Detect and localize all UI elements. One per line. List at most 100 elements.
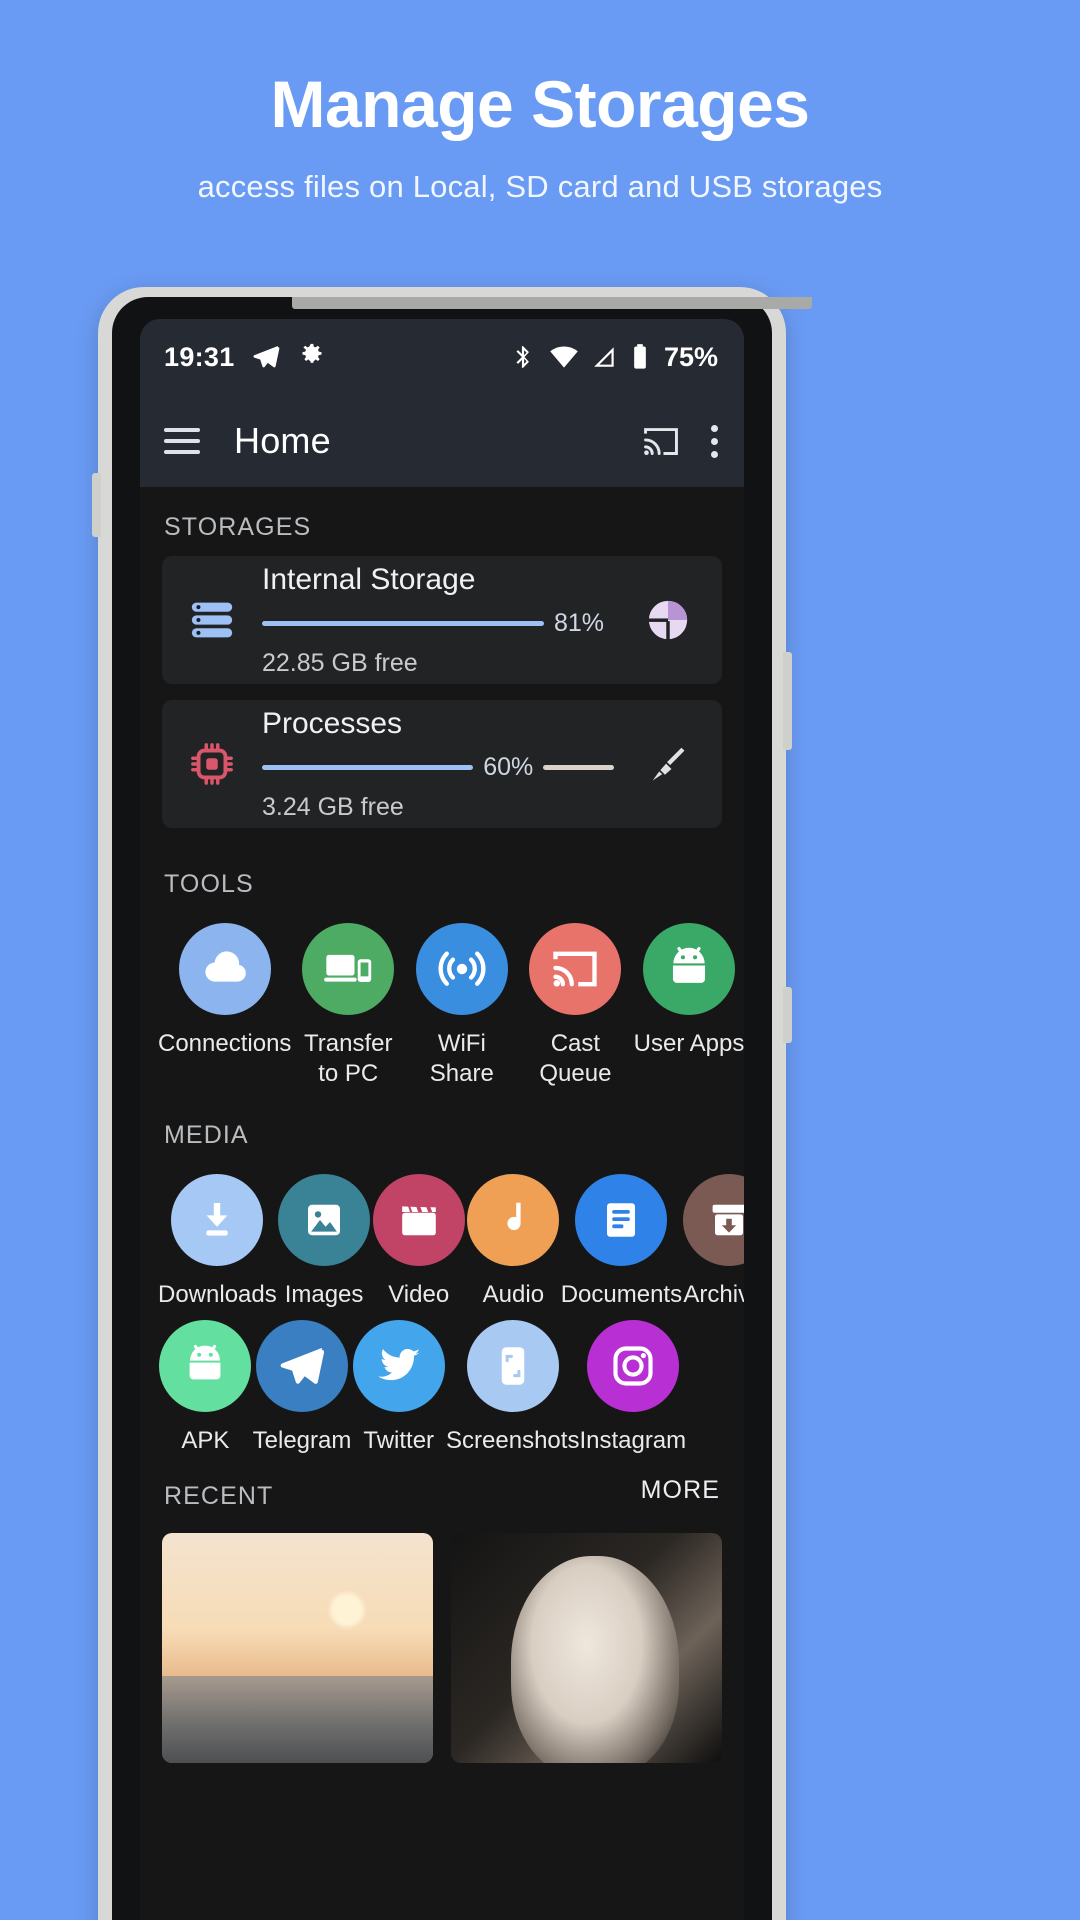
app-bar: Home xyxy=(140,395,744,487)
cat-decor xyxy=(510,1556,679,1763)
media-label: Documents xyxy=(560,1281,683,1308)
media-instagram[interactable]: Instagram xyxy=(579,1314,686,1456)
storage-card-processes[interactable]: Processes 60% 3.24 GB free xyxy=(162,700,722,828)
recent-thumb-beach[interactable] xyxy=(162,1533,433,1763)
media-label: Instagram xyxy=(579,1427,687,1454)
media-audio[interactable]: Audio xyxy=(466,1168,561,1310)
telegram-icon xyxy=(251,342,281,372)
tool-user-apps[interactable]: User Apps xyxy=(632,917,744,1089)
media-label: Screenshots xyxy=(446,1427,580,1454)
cpu-chip-icon xyxy=(184,741,240,787)
media-documents[interactable]: Documents xyxy=(561,1168,682,1310)
hamburger-icon[interactable] xyxy=(164,428,200,454)
photo-icon xyxy=(278,1174,371,1266)
media-telegram[interactable]: Telegram xyxy=(252,1314,352,1456)
phone-volume-button xyxy=(783,652,792,750)
media-label: APK xyxy=(181,1427,230,1454)
battery-icon xyxy=(631,343,649,371)
media-label: Video xyxy=(388,1281,450,1308)
media-label: Telegram xyxy=(252,1427,352,1454)
media-video[interactable]: Video xyxy=(371,1168,466,1310)
status-bar-left: 19:31 xyxy=(164,342,327,373)
storage-percent: 81% xyxy=(553,608,604,637)
broom-clean-icon[interactable] xyxy=(636,741,700,787)
media-images[interactable]: Images xyxy=(277,1168,372,1310)
media-label: Twitter xyxy=(363,1427,435,1454)
recent-thumb-cat[interactable] xyxy=(451,1533,722,1763)
cloud-icon xyxy=(178,923,271,1015)
tool-label: WiFi Share xyxy=(429,1030,494,1087)
screen-content: STORAGES Internal Storage 81% 22.85 GB f… xyxy=(140,487,744,1920)
media-label: Downloads xyxy=(158,1281,277,1308)
telegram-icon xyxy=(256,1320,349,1412)
bluetooth-icon xyxy=(510,343,536,371)
sun-decor xyxy=(330,1592,365,1627)
promo-header: Manage Storages access files on Local, S… xyxy=(0,0,1080,205)
phone-screenshot-icon xyxy=(466,1320,559,1412)
gear-icon xyxy=(297,342,327,372)
cast-icon[interactable] xyxy=(642,424,680,458)
media-grid-row-1: Downloads Images Video Audio Documents A… xyxy=(140,1164,744,1310)
recent-thumbnails xyxy=(140,1525,744,1763)
tool-label: Transfer to PC xyxy=(303,1030,393,1087)
tool-cast-queue[interactable]: Cast Queue xyxy=(519,917,633,1089)
media-grid-row-2: APK Telegram Twitter Screenshots Instagr… xyxy=(140,1310,744,1456)
storage-meter: 81% xyxy=(262,609,614,638)
app-bar-actions xyxy=(642,424,718,458)
storage-card-internal[interactable]: Internal Storage 81% 22.85 GB free xyxy=(162,556,722,684)
process-progress-fill xyxy=(262,764,474,770)
media-spacer xyxy=(686,1314,744,1456)
storage-title: Internal Storage xyxy=(262,562,476,596)
media-apk[interactable]: APK xyxy=(158,1314,253,1456)
status-bar: 19:31 75% xyxy=(140,319,744,395)
sea-decor xyxy=(162,1675,433,1763)
phone-mockup: 19:31 75% Home STORAGES Internal Storage… xyxy=(92,287,812,1920)
tool-label: Cast Queue xyxy=(539,1030,612,1087)
tools-grid: Connections Transfer to PC WiFi Share Ca… xyxy=(140,913,744,1095)
wifi-icon xyxy=(549,344,579,370)
music-note-icon xyxy=(467,1174,560,1266)
battery-percent: 75% xyxy=(663,341,718,372)
instagram-icon xyxy=(586,1320,679,1412)
phone-power-button xyxy=(783,987,792,1043)
tool-label: User Apps xyxy=(633,1030,744,1057)
page-title: Home xyxy=(234,420,331,461)
status-bar-right: 75% xyxy=(510,342,718,373)
process-meter: 60% xyxy=(262,753,614,782)
signal-icon xyxy=(592,344,618,370)
twitter-bird-icon xyxy=(352,1320,445,1412)
document-icon xyxy=(575,1174,668,1266)
download-icon xyxy=(171,1174,264,1266)
tool-connections[interactable]: Connections xyxy=(158,917,291,1089)
pie-chart-icon[interactable] xyxy=(636,597,700,643)
media-twitter[interactable]: Twitter xyxy=(351,1314,446,1456)
phone-left-button xyxy=(92,473,101,537)
tool-transfer-to-pc[interactable]: Transfer to PC xyxy=(291,917,405,1089)
media-label: Audio xyxy=(482,1281,545,1308)
cast-screen-icon xyxy=(529,923,622,1015)
section-label-tools: TOOLS xyxy=(164,870,254,898)
promo-title: Manage Storages xyxy=(270,67,811,141)
tool-wifi-share[interactable]: WiFi Share xyxy=(405,917,519,1089)
media-label: Images xyxy=(284,1281,364,1308)
phone-top-notch-band xyxy=(292,297,812,309)
media-archives[interactable]: Archives xyxy=(682,1168,744,1310)
storage-card-body: Internal Storage 81% 22.85 GB free xyxy=(262,563,614,678)
storage-progress-fill xyxy=(262,620,544,626)
process-progress-track xyxy=(543,764,614,770)
media-label: Archives xyxy=(683,1281,744,1308)
recent-more-button[interactable]: MORE xyxy=(641,1476,720,1505)
process-percent: 60% xyxy=(483,752,534,781)
promo-subtitle: access files on Local, SD card and USB s… xyxy=(197,169,883,205)
tool-label: Connections xyxy=(158,1030,292,1057)
media-downloads[interactable]: Downloads xyxy=(158,1168,277,1310)
media-screenshots[interactable]: Screenshots xyxy=(446,1314,579,1456)
storage-free-space: 22.85 GB free xyxy=(262,648,418,677)
devices-icon xyxy=(302,923,395,1015)
kebab-menu-icon[interactable] xyxy=(710,424,718,458)
android-robot-icon xyxy=(643,923,735,1015)
recent-section-header: RECENT MORE xyxy=(140,1456,744,1525)
section-label-media: MEDIA xyxy=(164,1121,249,1149)
section-label-recent: RECENT xyxy=(164,1482,274,1510)
section-label-storages: STORAGES xyxy=(164,513,312,541)
